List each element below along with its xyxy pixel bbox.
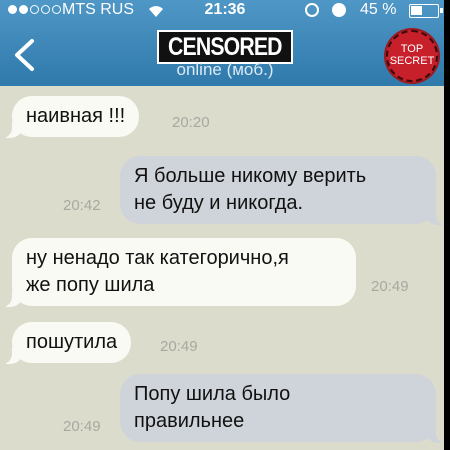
message-bubble[interactable]: наивная !!! [0, 96, 140, 138]
alarm-icon [332, 3, 346, 17]
stamp-line-2: SECRET [389, 55, 435, 67]
status-bar: MTS RUS 21:36 45 % [0, 0, 450, 22]
contact-name[interactable]: CENSORED [157, 30, 293, 64]
rotation-lock-icon [305, 3, 319, 17]
message-text: Я больше никому верить не буду и никогда… [134, 165, 367, 214]
battery-level [411, 6, 422, 15]
contact-status: online (моб.) [176, 60, 274, 79]
navigation-bar: MTS RUS 21:36 45 % CENSORED online (моб.… [0, 0, 450, 86]
message-time: 20:49 [63, 418, 101, 435]
message-bubble[interactable]: пошутила [0, 322, 132, 364]
contact-name-label: CENSORED [168, 32, 282, 61]
message-text: ну ненадо так категорично,я же попу шила [26, 247, 289, 296]
message-list: наивная !!! 20:20 Я больше никому верить… [0, 86, 450, 450]
photo-border [444, 0, 450, 450]
message-text: Попу шила было правильнее [134, 383, 291, 432]
message-time: 20:42 [63, 197, 101, 214]
message-text: пошутила [26, 331, 118, 353]
top-secret-stamp: TOP SECRET [386, 30, 438, 82]
message-text: наивная !!! [26, 105, 126, 127]
battery-percent: 45 % [360, 1, 397, 18]
message-bubble[interactable]: ну ненадо так категорично,я же попу шила [0, 238, 356, 307]
message-bubble[interactable]: Я больше никому верить не буду и никогда… [120, 156, 448, 225]
stamp-line-1: TOP [400, 43, 424, 55]
message-time: 20:20 [172, 114, 210, 131]
message-bubble[interactable]: Попу шила было правильнее [120, 374, 448, 443]
message-time: 20:49 [160, 338, 198, 355]
chat-screen: MTS RUS 21:36 45 % CENSORED online (моб.… [0, 0, 450, 450]
message-time: 20:49 [371, 278, 409, 295]
battery-icon [409, 4, 443, 18]
